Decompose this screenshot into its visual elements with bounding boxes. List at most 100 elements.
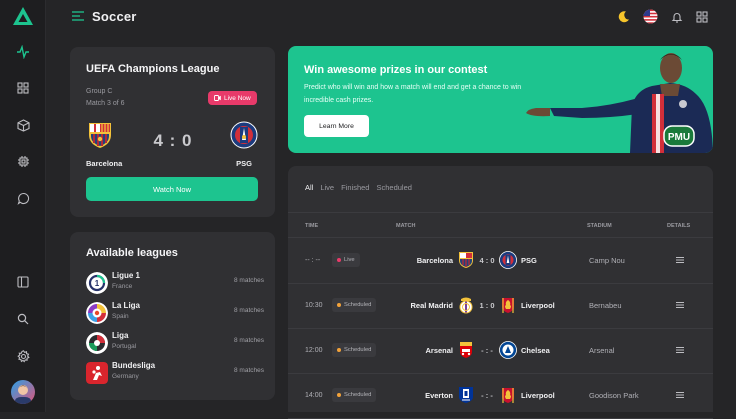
chelsea-crest-icon [499,341,517,359]
details-menu-icon[interactable] [675,255,685,265]
stadium-name: Camp Nou [589,256,625,265]
contest-promo-banner: Win awesome prizes in our contest Predic… [288,46,713,153]
away-team-name: PSG [521,256,537,265]
col-time: TIME [305,223,319,229]
status-label: Live [344,257,355,263]
toolbar [617,9,708,24]
ligue1-logo-icon: 1 [86,272,108,294]
status-badge: Scheduled [332,388,377,402]
match-score: 1 : 0 [479,301,495,310]
table-row[interactable]: 10:30 Scheduled Real Madrid 1 : 0 Liverp… [288,284,713,329]
svg-text:PMU: PMU [668,132,690,143]
top-bar: Soccer [46,0,736,36]
home-team-name: Barcelona [416,256,453,265]
status-label: Scheduled [344,347,372,353]
chat-icon[interactable] [13,188,33,208]
sidebar-toggle-icon[interactable] [13,272,33,292]
barcelona-crest-icon [459,252,473,268]
home-team[interactable]: Barcelona [86,121,126,168]
apps-grid-icon[interactable] [696,10,708,23]
match-score: - : - [481,391,493,400]
tab-scheduled[interactable]: Scheduled [376,183,411,192]
league-match-count: 8 matches [234,367,264,374]
details-menu-icon[interactable] [675,390,685,400]
details-menu-icon[interactable] [675,345,685,355]
activity-icon[interactable] [13,42,33,62]
us-flag-icon[interactable] [643,9,658,24]
tab-all[interactable]: All [305,183,313,192]
match-time: 10:30 [305,302,323,309]
barcelona-crest-icon [89,123,111,148]
live-now-badge[interactable]: Live Now [208,91,257,105]
away-team-name: Chelsea [521,346,550,355]
chip-icon[interactable] [13,151,33,171]
learn-more-button[interactable]: Learn More [304,115,369,137]
dashboard-icon[interactable] [13,78,33,98]
arsenal-crest-icon [460,342,472,358]
match-score: 4 : 0 [479,256,495,265]
table-row[interactable]: 14:00 Scheduled Everton - : - Liverpool … [288,374,713,419]
status-badge: Scheduled [332,343,377,357]
match-time: -- : -- [305,257,321,264]
col-match: MATCH [396,223,416,229]
match-time: 12:00 [305,347,323,354]
match-time: 14:00 [305,392,323,399]
league-item[interactable]: Liga Portugal 8 matches [86,330,264,356]
league-country: France [112,283,133,290]
stadium-name: Arsenal [589,346,615,355]
featured-match-card: UEFA Champions League Group C Match 3 of… [70,47,275,217]
liverpool-crest-icon [502,298,514,313]
league-item[interactable]: Bundesliga Germany 8 matches [86,360,264,386]
tab-finished[interactable]: Finished [341,183,369,192]
league-title: UEFA Champions League [86,63,220,75]
psg-crest-icon [499,251,517,269]
home-team-name: Arsenal [425,346,453,355]
table-row[interactable]: -- : -- Live Barcelona 4 : 0 PSG Camp No… [288,239,713,284]
league-match-count: 8 matches [234,307,264,314]
home-team-name: Everton [425,391,453,400]
live-now-label: Live Now [224,94,251,102]
status-label: Scheduled [344,302,372,308]
laliga-logo-icon [86,302,108,324]
promo-text: Predict who will win and how a match wil… [304,84,522,104]
stadium-name: Goodison Park [589,391,639,400]
theme-moon-icon[interactable] [617,10,630,23]
status-label: Scheduled [344,392,372,398]
leagues-title: Available leagues [86,247,178,259]
sidebar [0,0,46,412]
league-item[interactable]: 1 Ligue 1 France 8 matches [86,270,264,296]
table-row[interactable]: 12:00 Scheduled Arsenal - : - Chelsea Ar… [288,329,713,374]
league-item[interactable]: La Liga Spain 8 matches [86,300,264,326]
match-score: - : - [481,346,493,355]
svg-text:1: 1 [95,279,100,288]
away-team-name: Liverpool [521,391,555,400]
col-details: DETAILS [667,223,691,229]
match-score: 4 : 0 [153,131,193,150]
league-country: Portugal [112,343,137,350]
details-menu-icon[interactable] [675,300,685,310]
app-logo-icon[interactable] [12,6,34,26]
page-title: Soccer [92,9,137,24]
away-team-name: Liverpool [521,301,555,310]
watch-now-button[interactable]: Watch Now [86,177,258,201]
league-name: Bundesliga [112,361,156,370]
league-match-count: 8 matches [234,277,264,284]
away-team[interactable]: PSG [218,121,270,168]
real-madrid-crest-icon [459,297,473,314]
tab-live[interactable]: Live [320,183,334,192]
notification-bell-icon[interactable] [671,11,683,23]
stadium-name: Bernabeu [589,301,622,310]
menu-icon[interactable] [72,10,84,22]
away-team-name: PSG [236,159,252,168]
player-photo: PMU [526,53,713,153]
promo-title: Win awesome prizes in our contest [304,64,488,76]
home-team-name: Real Madrid [410,301,453,310]
video-icon [214,95,221,101]
search-icon[interactable] [13,309,33,329]
cube-icon[interactable] [13,115,33,135]
user-avatar[interactable] [11,380,35,404]
settings-icon[interactable] [13,346,33,366]
match-filter-tabs: All Live Finished Scheduled [305,183,412,192]
matches-table-card: All Live Finished Scheduled TIME MATCH S… [288,166,713,419]
match-number: Match 3 of 6 [86,100,125,107]
